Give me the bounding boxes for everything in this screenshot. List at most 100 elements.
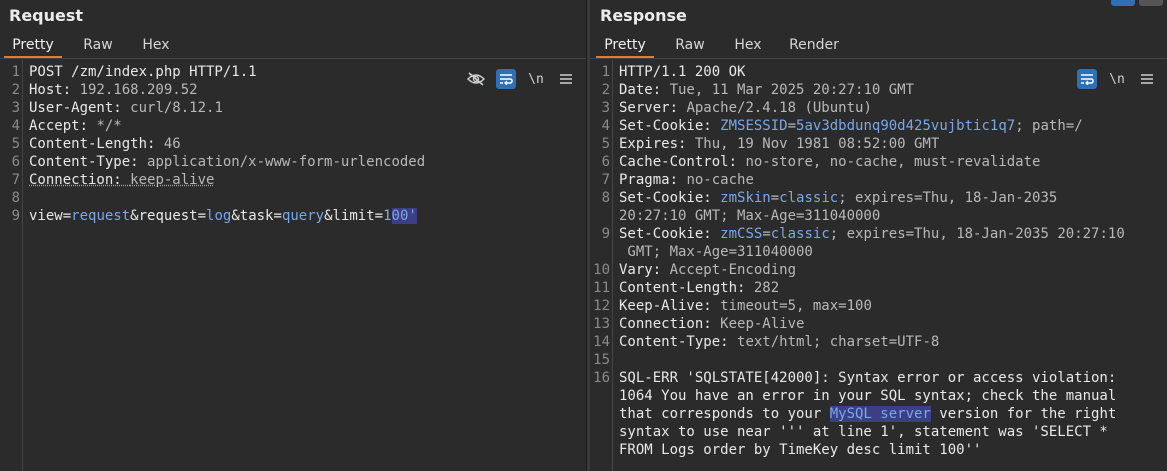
line-number: 9 [11,208,20,224]
line-content: SQL-ERR 'SQLSTATE[42000]: Syntax error o… [619,369,1116,387]
layout-toggle-active[interactable] [1111,0,1135,6]
request-code-line[interactable]: 4 Accept: */* [0,117,586,135]
response-code-line[interactable]: 11 Content-Length: 282 [590,279,1167,297]
response-editor[interactable]: 1 HTTP/1.1 200 OK 2 Date: Tue, 11 Mar 2025 … [590,60,1167,471]
line-number: 1 [11,64,20,80]
line-number: 6 [601,154,610,170]
line-content: Server: Apache/2.4.18 (Ubuntu) [619,99,872,117]
request-code-line[interactable]: 1 POST /zm/index.php HTTP/1.1 [0,63,586,81]
response-code-line[interactable]: 6 Cache-Control: no-store, no-cache, must… [590,153,1167,171]
line-content: Expires: Thu, 19 Nov 1981 08:52:00 GMT [619,135,939,153]
code-token: FROM Logs order by TimeKey desc limit 10… [619,442,982,458]
code-token: 5av3dbdunq90d425vujbtic1q7 [796,118,1016,134]
code-token: curl/8.12.1 [130,100,223,116]
code-token: Apache/2.4.18 (Ubuntu) [686,100,872,116]
line-content: Content-Type: text/html; charset=UTF-8 [619,333,939,351]
line-number: 5 [11,136,20,152]
code-token: = [197,208,207,224]
code-token: ; expires=Thu, 18-Jan-2035 [838,190,1058,206]
request-code-line[interactable]: 3 User-Agent: curl/8.12.1 [0,99,586,117]
code-token: version for the right [930,406,1117,422]
line-content: Host: 192.168.209.52 [29,81,198,99]
request-code-line[interactable]: 2 Host: 192.168.209.52 [0,81,586,99]
response-tab-render[interactable]: Render [782,34,846,56]
line-content: Cache-Control: no-store, no-cache, must-… [619,153,1040,171]
request-code-line[interactable]: 9 view=request&request=log&task=query&lim… [0,207,586,225]
code-token: 20:27:10 GMT; Max-Age=311040000 [619,208,881,224]
code-token: Set-Cookie: [619,226,721,242]
response-code-line[interactable]: 3 Server: Apache/2.4.18 (Ubuntu) [590,99,1167,117]
code-token: Cache-Control: [619,154,746,170]
response-pane: Response Pretty Raw Hex Render \n 1 HTTP/… [590,0,1167,471]
response-code-line[interactable]: 1064 You have an error in your SQL synta… [590,387,1167,405]
code-token: request [71,208,131,224]
code-token: Tue, 11 Mar 2025 20:27:10 GMT [669,82,915,98]
code-token: GMT; Max-Age=311040000 [619,244,813,260]
code-token: Host: [29,82,80,98]
line-content: Set-Cookie: ZMSESSID=5av3dbdunq90d425vuj… [619,117,1083,135]
response-code-line[interactable]: 16 SQL-ERR 'SQLSTATE[42000]: Syntax error… [590,369,1167,387]
code-token: timeout=5, max=100 [720,298,872,314]
code-token: Set-Cookie: [619,118,721,134]
response-tab-raw[interactable]: Raw [666,34,714,56]
response-code-line[interactable]: FROM Logs order by TimeKey desc limit 10… [590,441,1167,459]
response-code-line[interactable]: 5 Expires: Thu, 19 Nov 1981 08:52:00 GMT [590,135,1167,153]
response-code-line[interactable]: 13 Connection: Keep-Alive [590,315,1167,333]
code-token: ; expires=Thu, 18-Jan-2035 20:27:10 [829,226,1125,242]
line-number: 7 [601,172,610,188]
response-code-line[interactable]: 9 Set-Cookie: zmCSS=classic; expires=Thu,… [590,225,1167,243]
line-number: 13 [593,316,610,332]
line-number: 5 [601,136,610,152]
response-code-line[interactable]: 14 Content-Type: text/html; charset=UTF-8 [590,333,1167,351]
code-token: SQL-ERR 'SQLSTATE[42000]: Syntax error o… [619,370,1117,386]
code-token: = [374,208,384,224]
layout-toggle[interactable] [1139,0,1163,6]
line-content: GMT; Max-Age=311040000 [619,243,813,261]
code-token: Accept: [29,118,97,134]
response-code-line[interactable]: 1 HTTP/1.1 200 OK [590,63,1167,81]
request-code-line[interactable]: 6 Content-Type: application/x-www-form-ur… [0,153,586,171]
response-code-line[interactable]: 12 Keep-Alive: timeout=5, max=100 [590,297,1167,315]
line-content: Connection: keep-alive [29,171,214,189]
response-code-line[interactable]: that corresponds to your MySQL server ve… [590,405,1167,423]
response-tab-hex[interactable]: Hex [726,34,770,56]
line-number: 6 [11,154,20,170]
response-code-line[interactable]: 20:27:10 GMT; Max-Age=311040000 [590,207,1167,225]
request-code-line[interactable]: 8 [0,189,586,207]
response-code-line[interactable]: 4 Set-Cookie: ZMSESSID=5av3dbdunq90d425vu… [590,117,1167,135]
response-code-line[interactable]: syntax to use near ''' at line 1', state… [590,423,1167,441]
request-tab-hex[interactable]: Hex [134,34,178,56]
code-token: that corresponds to your [619,406,830,422]
line-content: Accept: */* [29,117,122,135]
code-token: no-store, no-cache, must-revalidate [745,154,1041,170]
response-tab-pretty[interactable]: Pretty [596,34,654,58]
code-token: = [62,208,72,224]
response-code-line[interactable]: 7 Pragma: no-cache [590,171,1167,189]
request-editor[interactable]: 1 POST /zm/index.php HTTP/1.1 2 Host: 192.1… [0,60,586,471]
request-code-line[interactable]: 5 Content-Length: 46 [0,135,586,153]
request-pane: Request Pretty Raw Hex \n 1 POST /zm/inde… [0,0,586,471]
line-content: Vary: Accept-Encoding [619,261,796,279]
response-code-line[interactable]: GMT; Max-Age=311040000 [590,243,1167,261]
code-token: keep-alive [130,172,215,188]
code-token: Content-Type: [29,154,148,170]
response-code-line[interactable]: 15 [590,351,1167,369]
code-token: Thu, 19 Nov 1981 08:52:00 GMT [694,136,940,152]
code-token: 1064 You have an error in your SQL synta… [619,388,1117,404]
request-tab-raw[interactable]: Raw [74,34,122,56]
request-code-line[interactable]: 7 Connection: keep-alive [0,171,586,189]
line-content: that corresponds to your MySQL server ve… [619,405,1116,423]
request-tab-pretty[interactable]: Pretty [4,34,62,58]
response-code-line[interactable]: 8 Set-Cookie: zmSkin=classic; expires=Thu… [590,189,1167,207]
line-content: syntax to use near ''' at line 1', state… [619,423,1108,441]
response-title: Response [600,6,687,25]
line-content: Pragma: no-cache [619,171,754,189]
response-code-line[interactable]: 2 Date: Tue, 11 Mar 2025 20:27:10 GMT [590,81,1167,99]
line-number: 11 [593,280,610,296]
line-content: 20:27:10 GMT; Max-Age=311040000 [619,207,880,225]
code-token: Content-Length: [619,280,754,296]
code-token: Connection: [29,172,131,188]
code-token: 1 [383,208,392,224]
request-tabs: Pretty Raw Hex \n [0,34,586,89]
response-code-line[interactable]: 10 Vary: Accept-Encoding [590,261,1167,279]
